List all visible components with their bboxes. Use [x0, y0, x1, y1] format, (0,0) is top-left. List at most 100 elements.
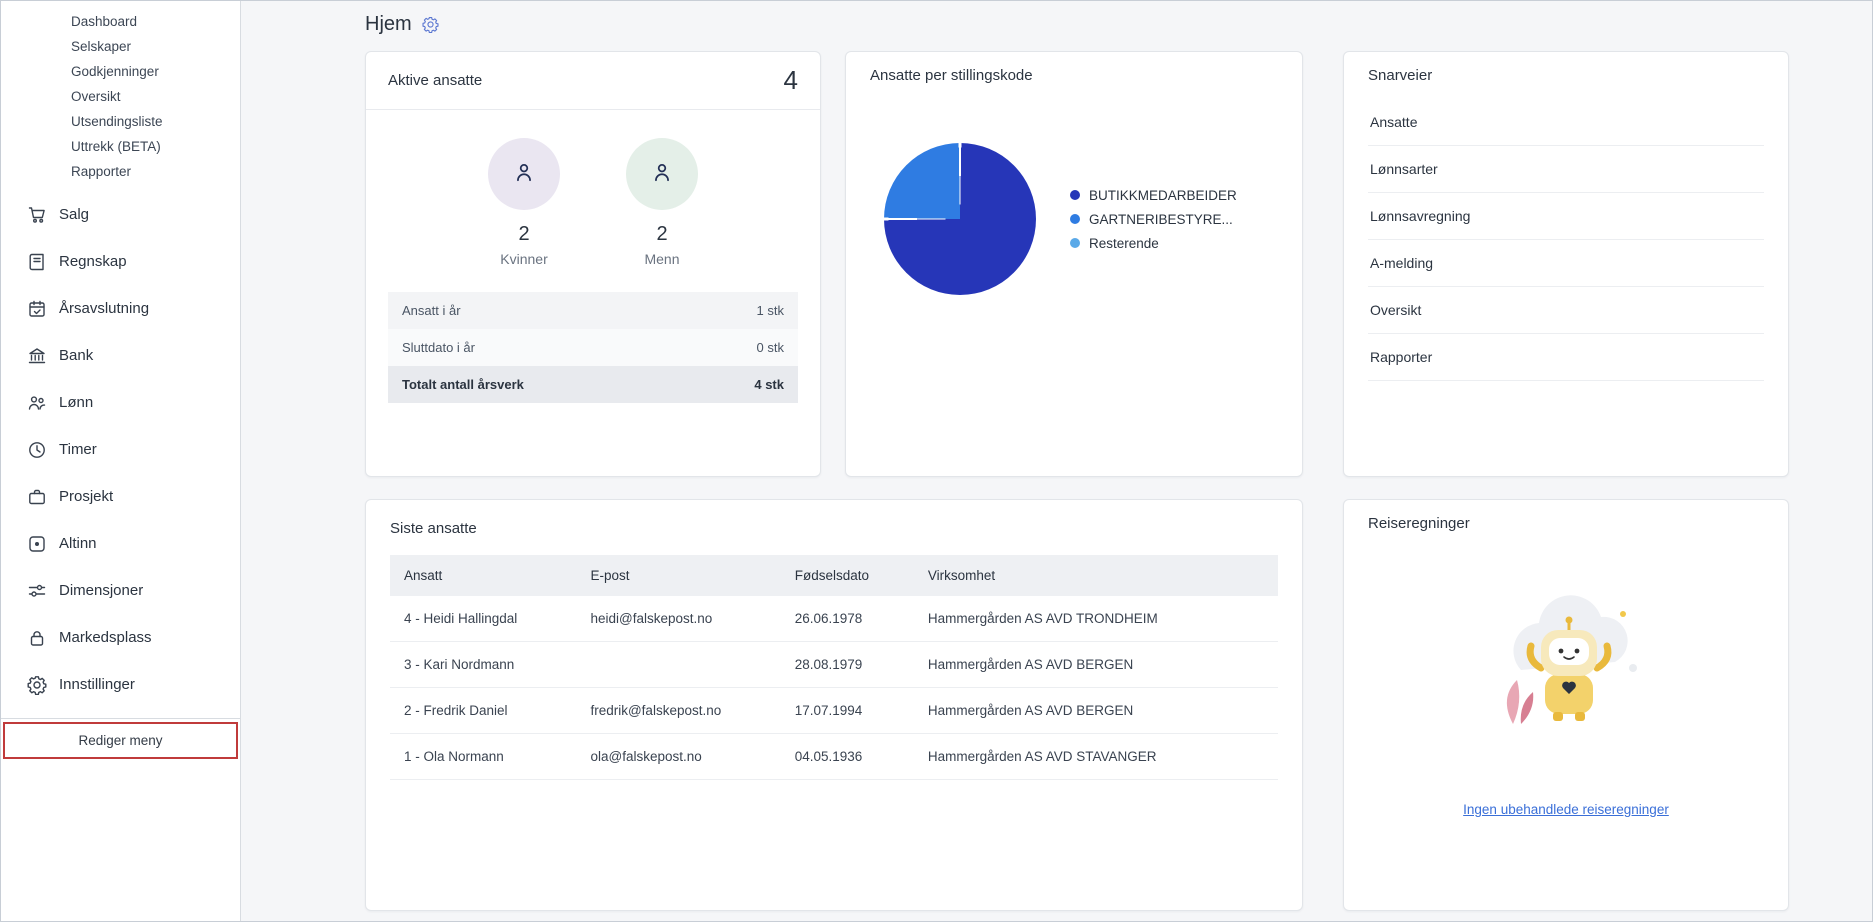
legend-label: BUTIKKMEDARBEIDER: [1089, 187, 1237, 203]
legend-label: GARTNERIBESTYRE...: [1089, 211, 1233, 227]
sidebar-item-rsavslutning[interactable]: Årsavslutning: [27, 299, 240, 319]
sidebar-item-label: Årsavslutning: [59, 300, 150, 317]
stat-row-sluttdato-i-r: Sluttdato i år 0 stk: [388, 329, 798, 366]
table-cell: 2 - Fredrik Daniel: [390, 687, 577, 734]
card-job-codes: Ansatte per stillingskode BUTIKKMEDARBEI…: [845, 51, 1303, 477]
sidebar-item-label: Dimensjoner: [59, 582, 144, 599]
sidebar-item-regnskap[interactable]: Regnskap: [27, 252, 240, 272]
no-travel-expenses-link[interactable]: Ingen ubehandlede reiseregninger: [1368, 802, 1764, 817]
card-travel-expenses: Reiseregninger Ingen ubehandlede reisere…: [1343, 499, 1789, 911]
pie-legend: BUTIKKMEDARBEIDER GARTNERIBESTYRE... Reste…: [1070, 188, 1237, 251]
sidebar-item-markedsplass[interactable]: Markedsplass: [27, 628, 240, 648]
page-title: Hjem: [365, 13, 412, 35]
card-title: Aktive ansatte: [388, 72, 483, 89]
table-row[interactable]: 4 - Heidi Hallingdal heidi@falskepost.no 2…: [390, 596, 1278, 642]
table-cell: ola@falskepost.no: [576, 733, 781, 780]
table-cell: Hammergården AS AVD BERGEN: [913, 641, 1278, 688]
table-cell: 04.05.1936: [780, 733, 914, 780]
table-cell: Hammergården AS AVD TRONDHEIM: [913, 596, 1278, 642]
card-active-employees: Aktive ansatte 4 2 Kvinner 2 Menn Ansatt i …: [365, 51, 821, 477]
gear-icon: [27, 675, 47, 695]
sidebar-item-l-nn[interactable]: Lønn: [27, 393, 240, 413]
stat-row-totalt-antall-rsverk: Totalt antall årsverk 4 stk: [388, 366, 798, 403]
sidebar-footer: Rediger meny: [1, 718, 240, 762]
shortcut-link-oversikt[interactable]: Oversikt: [1368, 287, 1764, 334]
legend-dot: [1070, 238, 1080, 248]
altinn-icon: [27, 534, 47, 554]
edit-menu-button[interactable]: Rediger meny: [3, 722, 238, 759]
active-employees-total: 4: [783, 65, 798, 95]
gender-group-kvinner: 2 Kvinner: [488, 138, 560, 267]
table-cell: 28.08.1979: [780, 641, 914, 688]
sidebar-item-label: Lønn: [59, 394, 94, 411]
sidebar-item-label: Markedsplass: [59, 629, 152, 646]
table-cell: heidi@falskepost.no: [576, 596, 781, 642]
sidebar-item-timer[interactable]: Timer: [27, 440, 240, 460]
group-count: 2: [518, 223, 530, 245]
table-row[interactable]: 1 - Ola Normann ola@falskepost.no 04.05.19…: [390, 733, 1278, 780]
sidebar-item-prosjekt[interactable]: Prosjekt: [27, 487, 240, 507]
lock-icon: [27, 628, 47, 648]
shortcut-link-ansatte[interactable]: Ansatte: [1368, 99, 1764, 146]
shortcut-link-l-nnsavregning[interactable]: Lønnsavregning: [1368, 193, 1764, 240]
column-header-e-post: E-post: [576, 555, 781, 596]
page-header: Hjem: [365, 13, 1788, 36]
stat-label: Sluttdato i år: [402, 340, 475, 355]
page-settings-gear-icon[interactable]: [422, 16, 439, 33]
table-row[interactable]: 3 - Kari Nordmann 28.08.1979 Hammergården …: [390, 641, 1278, 688]
table-header-row: Ansatt E-post Fødselsdato Virksomhet: [390, 555, 1278, 596]
sidebar-item-innstillinger[interactable]: Innstillinger: [27, 675, 240, 695]
legend-dot: [1070, 214, 1080, 224]
shortcut-link-rapporter[interactable]: Rapporter: [1368, 334, 1764, 381]
card-shortcuts: Snarveier Ansatte Lønnsarter Lønnsavregnin…: [1343, 51, 1789, 477]
briefcase-icon: [27, 487, 47, 507]
shortcut-list: Ansatte Lønnsarter Lønnsavregning A-melding…: [1368, 99, 1764, 381]
table-cell: 3 - Kari Nordmann: [390, 641, 577, 688]
sidebar-subitem-uttrekk-beta[interactable]: Uttrekk (BETA): [71, 140, 240, 154]
sidebar-subitem-selskaper[interactable]: Selskaper: [71, 40, 240, 54]
stat-row-ansatt-i-r: Ansatt i år 1 stk: [388, 292, 798, 329]
sidebar-sub-list: Dashboard Selskaper Godkjenninger Oversikt U…: [1, 1, 240, 179]
stat-label: Totalt antall årsverk: [402, 377, 524, 392]
table-cell: fredrik@falskepost.no: [576, 687, 781, 734]
table-cell: [576, 641, 781, 688]
sidebar-subitem-oversikt[interactable]: Oversikt: [71, 90, 240, 104]
legend-item-gartneribestyre: GARTNERIBESTYRE...: [1070, 212, 1237, 227]
table-row[interactable]: 2 - Fredrik Daniel fredrik@falskepost.no 1…: [390, 687, 1278, 734]
sidebar-item-altinn[interactable]: Altinn: [27, 534, 240, 554]
sidebar-subitem-utsendingsliste[interactable]: Utsendingsliste: [71, 115, 240, 129]
card-title: Snarveier: [1368, 67, 1433, 84]
shortcut-link-l-nnsarter[interactable]: Lønnsarter: [1368, 146, 1764, 193]
table-cell: 17.07.1994: [780, 687, 914, 734]
avatar: [488, 138, 560, 210]
sidebar-item-bank[interactable]: Bank: [27, 346, 240, 366]
sidebar-item-dimensjoner[interactable]: Dimensjoner: [27, 581, 240, 601]
card-title: Siste ansatte: [390, 520, 477, 537]
column-header-f-dselsdato: Fødselsdato: [780, 555, 914, 596]
sidebar: Dashboard Selskaper Godkjenninger Oversikt U…: [1, 1, 241, 921]
sidebar-subitem-dashboard[interactable]: Dashboard: [71, 15, 240, 29]
group-count: 2: [656, 223, 668, 245]
shortcut-link-a-melding[interactable]: A-melding: [1368, 240, 1764, 287]
sidebar-subitem-godkjenninger[interactable]: Godkjenninger: [71, 65, 240, 79]
sidebar-item-salg[interactable]: Salg: [27, 205, 240, 225]
stat-value: 4 stk: [754, 377, 784, 392]
main-content: Hjem Aktive ansatte 4 2 Kvinner 2 Menn Ansa…: [241, 1, 1872, 921]
legend-item-resterende: Resterende: [1070, 236, 1237, 251]
card-title: Reiseregninger: [1368, 515, 1470, 532]
gender-group-menn: 2 Menn: [626, 138, 698, 267]
sidebar-item-label: Timer: [59, 441, 97, 458]
person-icon: [513, 161, 535, 188]
calendar-check-icon: [27, 299, 47, 319]
avatar: [626, 138, 698, 210]
clock-icon: [27, 440, 47, 460]
group-label: Menn: [644, 251, 680, 267]
sidebar-subitem-rapporter[interactable]: Rapporter: [71, 165, 240, 179]
card-latest-employees: Siste ansatte Ansatt E-post Fødselsdato Vir…: [365, 499, 1303, 911]
legend-dot: [1070, 190, 1080, 200]
legend-item-butikkmedarbeider: BUTIKKMEDARBEIDER: [1070, 188, 1237, 203]
table-cell: 4 - Heidi Hallingdal: [390, 596, 577, 642]
employee-stats: Ansatt i år 1 stk Sluttdato i år 0 stk Total…: [388, 292, 798, 403]
stat-value: 0 stk: [756, 340, 784, 355]
sidebar-item-label: Salg: [59, 206, 90, 223]
